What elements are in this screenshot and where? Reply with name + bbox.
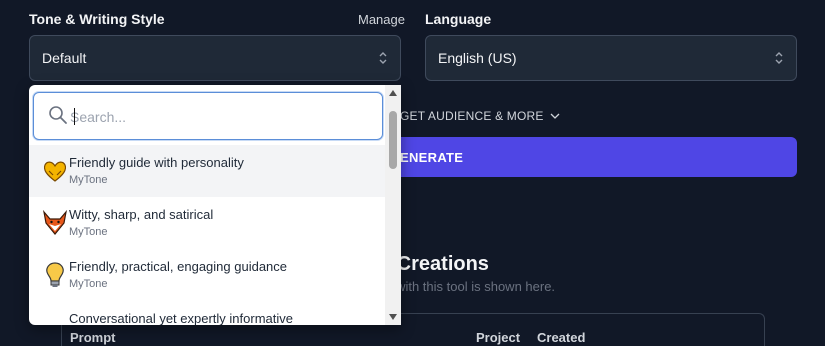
column-header-created: Created: [537, 330, 586, 345]
tone-option-title: Friendly, practical, engaging guidance: [69, 259, 288, 274]
tone-option[interactable]: Friendly guide with personality MyTone: [29, 145, 385, 197]
language-select-value: English (US): [438, 50, 517, 66]
text-caret: [74, 108, 75, 125]
tone-select-value: Default: [42, 50, 87, 66]
column-header-project: Project: [476, 330, 521, 345]
book-icon: [41, 313, 69, 325]
tone-option[interactable]: Witty, sharp, and satirical MyTone: [29, 197, 385, 249]
audience-toggle-label: GET AUDIENCE & MORE: [400, 109, 544, 123]
tone-option-source: MyTone: [69, 174, 108, 186]
dropdown-scrollbar[interactable]: [385, 85, 401, 325]
chevron-updown-icon: [775, 52, 783, 64]
tone-dropdown: Friendly guide with personality MyTone W…: [29, 85, 401, 325]
tone-option-title: Friendly guide with personality: [69, 155, 244, 170]
tone-option[interactable]: Conversational yet expertly informative: [29, 301, 385, 325]
generate-button-label: ENERATE: [400, 149, 464, 165]
chevron-down-icon: [550, 113, 560, 119]
language-label: Language: [425, 11, 492, 27]
column-header-prompt: Prompt: [70, 330, 116, 345]
language-select[interactable]: English (US): [425, 35, 797, 81]
lightbulb-icon: [46, 262, 64, 287]
tone-option-source: MyTone: [69, 226, 108, 238]
search-input[interactable]: [70, 105, 370, 129]
creations-subtitle: ed with this tool is shown here.: [378, 279, 556, 294]
manage-link[interactable]: Manage: [358, 12, 405, 27]
search-icon: [49, 106, 67, 124]
tone-option-title: Conversational yet expertly informative: [69, 311, 293, 325]
audience-toggle[interactable]: GET AUDIENCE & MORE: [400, 109, 560, 123]
scrollbar-thumb[interactable]: [389, 111, 397, 169]
fox-icon: [43, 209, 67, 235]
tone-option[interactable]: Friendly, practical, engaging guidance M…: [29, 249, 385, 301]
search-box[interactable]: [33, 92, 383, 140]
tone-label: Tone & Writing Style: [29, 11, 165, 27]
tone-option-source: MyTone: [69, 278, 108, 290]
scroll-down-icon[interactable]: [389, 314, 397, 320]
scroll-up-icon[interactable]: [389, 90, 397, 96]
tone-option-title: Witty, sharp, and satirical: [69, 207, 214, 222]
generate-button[interactable]: ENERATE: [392, 137, 797, 177]
tone-select[interactable]: Default: [29, 35, 401, 81]
chevron-updown-icon: [379, 52, 387, 64]
heart-hands-icon: [43, 161, 67, 182]
